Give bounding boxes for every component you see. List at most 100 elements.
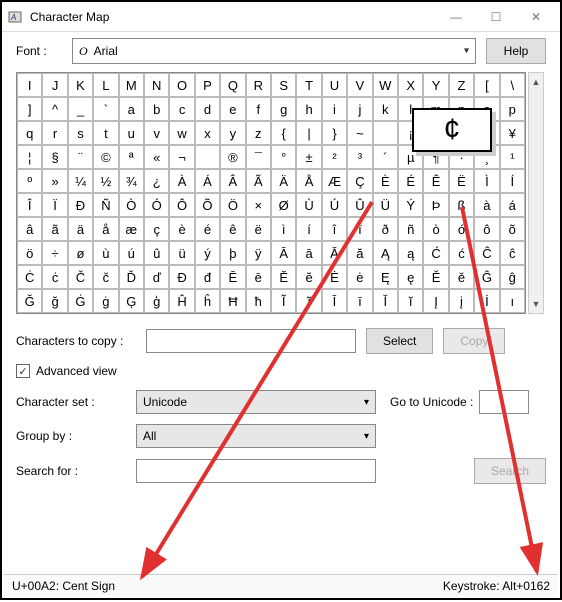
character-cell[interactable]: ] xyxy=(17,97,42,121)
character-cell[interactable]: I xyxy=(17,73,42,97)
character-cell[interactable]: Ċ xyxy=(17,265,42,289)
character-cell[interactable]: Ĕ xyxy=(271,265,296,289)
character-cell[interactable]: î xyxy=(322,217,347,241)
character-cell[interactable]: ċ xyxy=(42,265,67,289)
character-cell[interactable]: ė xyxy=(347,265,372,289)
character-cell[interactable]: ï xyxy=(347,217,372,241)
character-cell[interactable]: i xyxy=(322,97,347,121)
font-select[interactable]: O Arial ▾ xyxy=(72,38,476,64)
character-cell[interactable]: Î xyxy=(17,193,42,217)
character-cell[interactable]: ć xyxy=(449,241,474,265)
character-cell[interactable]: X xyxy=(398,73,423,97)
group-by-select[interactable]: All ▾ xyxy=(136,424,376,448)
character-cell[interactable]: ö xyxy=(17,241,42,265)
charset-select[interactable]: Unicode ▾ xyxy=(136,390,376,414)
character-cell[interactable]: Â xyxy=(220,169,245,193)
character-cell[interactable]: h xyxy=(296,97,321,121)
character-cell[interactable]: Ă xyxy=(322,241,347,265)
character-cell[interactable]: j xyxy=(347,97,372,121)
character-cell[interactable]: í xyxy=(296,217,321,241)
character-cell[interactable]: ´ xyxy=(373,145,398,169)
character-cell[interactable]: Á xyxy=(195,169,220,193)
character-cell[interactable]: Ë xyxy=(449,169,474,193)
character-cell[interactable]: č xyxy=(93,265,118,289)
character-cell[interactable]: ø xyxy=(68,241,93,265)
character-cell[interactable]: Đ xyxy=(169,265,194,289)
character-cell[interactable]: õ xyxy=(500,217,525,241)
character-cell[interactable]: ò xyxy=(423,217,448,241)
character-cell[interactable]: ± xyxy=(296,145,321,169)
character-cell[interactable]: ñ xyxy=(398,217,423,241)
character-cell[interactable]: Ï xyxy=(42,193,67,217)
character-cell[interactable]: ` xyxy=(93,97,118,121)
character-cell[interactable]: ® xyxy=(220,145,245,169)
character-cell[interactable]: y xyxy=(220,121,245,145)
search-button[interactable]: Search xyxy=(474,458,546,484)
character-cell[interactable]: ĭ xyxy=(398,289,423,313)
character-cell[interactable]: O xyxy=(169,73,194,97)
character-cell[interactable]: Æ xyxy=(322,169,347,193)
character-cell[interactable]: ô xyxy=(474,217,499,241)
character-cell[interactable]: Ó xyxy=(144,193,169,217)
character-cell[interactable]: Ę xyxy=(373,265,398,289)
character-cell[interactable]: Ê xyxy=(423,169,448,193)
character-cell[interactable]: ì xyxy=(271,217,296,241)
character-cell[interactable]: Ĉ xyxy=(474,241,499,265)
character-cell[interactable]: è xyxy=(169,217,194,241)
character-cell[interactable]: P xyxy=(195,73,220,97)
character-cell[interactable]: « xyxy=(144,145,169,169)
character-cell[interactable]: Į xyxy=(423,289,448,313)
advanced-view-checkbox[interactable]: ✓ xyxy=(16,364,30,378)
search-input[interactable] xyxy=(136,459,376,483)
character-cell[interactable]: Ģ xyxy=(119,289,144,313)
character-cell[interactable]: S xyxy=(271,73,296,97)
character-cell[interactable]: ā xyxy=(296,241,321,265)
character-cell[interactable]: Ö xyxy=(220,193,245,217)
character-cell[interactable]: Y xyxy=(423,73,448,97)
character-cell[interactable]: Ò xyxy=(119,193,144,217)
character-cell[interactable]: ĕ xyxy=(296,265,321,289)
character-cell[interactable]: ğ xyxy=(42,289,67,313)
character-cell[interactable]: b xyxy=(144,97,169,121)
grid-scrollbar[interactable]: ▲ ▼ xyxy=(528,72,544,314)
character-cell[interactable]: ē xyxy=(246,265,271,289)
character-cell[interactable]: t xyxy=(93,121,118,145)
character-cell[interactable]: K xyxy=(68,73,93,97)
character-cell[interactable]: ý xyxy=(195,241,220,265)
character-cell[interactable]: È xyxy=(373,169,398,193)
character-cell[interactable]: ê xyxy=(220,217,245,241)
character-cell[interactable]: Ô xyxy=(169,193,194,217)
character-cell[interactable]: ÿ xyxy=(246,241,271,265)
character-cell[interactable]: Ì xyxy=(474,169,499,193)
character-cell[interactable]: | xyxy=(296,121,321,145)
character-cell[interactable]: e xyxy=(220,97,245,121)
character-cell[interactable]: L xyxy=(93,73,118,97)
character-cell[interactable]: ¨ xyxy=(68,145,93,169)
character-cell[interactable]: é xyxy=(195,217,220,241)
character-cell[interactable]: Ğ xyxy=(17,289,42,313)
character-cell[interactable]: ģ xyxy=(144,289,169,313)
character-cell[interactable]: ¼ xyxy=(68,169,93,193)
character-cell[interactable]: þ xyxy=(220,241,245,265)
character-cell[interactable]: ° xyxy=(271,145,296,169)
character-cell[interactable]: ě xyxy=(449,265,474,289)
character-cell[interactable]: v xyxy=(144,121,169,145)
character-cell[interactable]: ġ xyxy=(93,289,118,313)
character-cell[interactable]: ã xyxy=(42,217,67,241)
character-cell[interactable]: Z xyxy=(449,73,474,97)
character-cell[interactable]: Ã xyxy=(246,169,271,193)
character-cell[interactable]: ī xyxy=(347,289,372,313)
character-cell[interactable]: â xyxy=(17,217,42,241)
character-cell[interactable]: q xyxy=(17,121,42,145)
character-cell[interactable]: ² xyxy=(322,145,347,169)
character-cell[interactable]: U xyxy=(322,73,347,97)
character-cell[interactable]: Ĝ xyxy=(474,265,499,289)
character-cell[interactable]: º xyxy=(17,169,42,193)
character-cell[interactable]: ĥ xyxy=(195,289,220,313)
character-cell[interactable]: ď xyxy=(144,265,169,289)
character-cell[interactable]: Þ xyxy=(423,193,448,217)
character-cell[interactable]: § xyxy=(42,145,67,169)
character-cell[interactable]: r xyxy=(42,121,67,145)
character-cell[interactable]: ³ xyxy=(347,145,372,169)
character-cell[interactable]: ĉ xyxy=(500,241,525,265)
